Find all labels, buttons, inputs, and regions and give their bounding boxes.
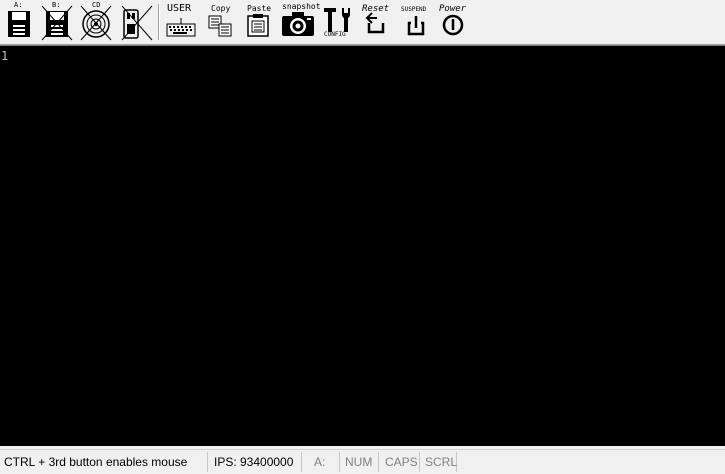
- floppy-icon: [8, 11, 30, 37]
- reset-icon: [365, 12, 385, 34]
- reset-button[interactable]: Reset: [360, 2, 394, 42]
- floppy-b-button[interactable]: B:: [40, 2, 74, 42]
- usb-icon: [121, 5, 153, 41]
- snapshot-button[interactable]: snapshot: [280, 2, 321, 42]
- suspend-button[interactable]: SUSPEND: [399, 2, 433, 42]
- floppy-icon: [41, 5, 73, 41]
- status-bar: CTRL + 3rd button enables mouse IPS: 934…: [0, 449, 725, 474]
- config-label: CONFIG: [324, 31, 346, 38]
- camera-icon: [282, 12, 314, 36]
- paste-icon: [247, 14, 269, 37]
- paste-button[interactable]: Paste: [244, 2, 274, 42]
- power-icon: [442, 14, 464, 36]
- copy-icon: [208, 15, 232, 37]
- status-message: CTRL + 3rd button enables mouse: [0, 452, 208, 472]
- suspend-icon: [407, 16, 425, 36]
- scroll-lock-indicator: SCRL: [421, 452, 457, 472]
- copy-button[interactable]: Copy: [206, 2, 236, 42]
- cdrom-icon: [80, 5, 112, 41]
- cdrom-button[interactable]: CD: [78, 2, 114, 42]
- user-button[interactable]: USER: [165, 2, 199, 42]
- ips-counter: IPS: 93400000: [210, 452, 302, 472]
- drive-activity-indicator: A:: [310, 452, 340, 472]
- floppy-a-button[interactable]: A:: [4, 2, 38, 42]
- keyboard-icon: [166, 18, 196, 37]
- config-button[interactable]: CONFIG: [322, 2, 356, 42]
- usb-button[interactable]: [118, 2, 154, 42]
- toolbar: A: B: CD USER Copy Paste snapshot CONFIG…: [0, 0, 725, 45]
- num-lock-indicator: NUM: [341, 452, 379, 472]
- caps-lock-indicator: CAPS: [381, 452, 420, 472]
- vga-display[interactable]: 1: [0, 45, 725, 446]
- text-cursor: 1: [1, 49, 9, 63]
- power-button[interactable]: Power: [438, 2, 472, 42]
- toolbar-separator: [158, 4, 160, 40]
